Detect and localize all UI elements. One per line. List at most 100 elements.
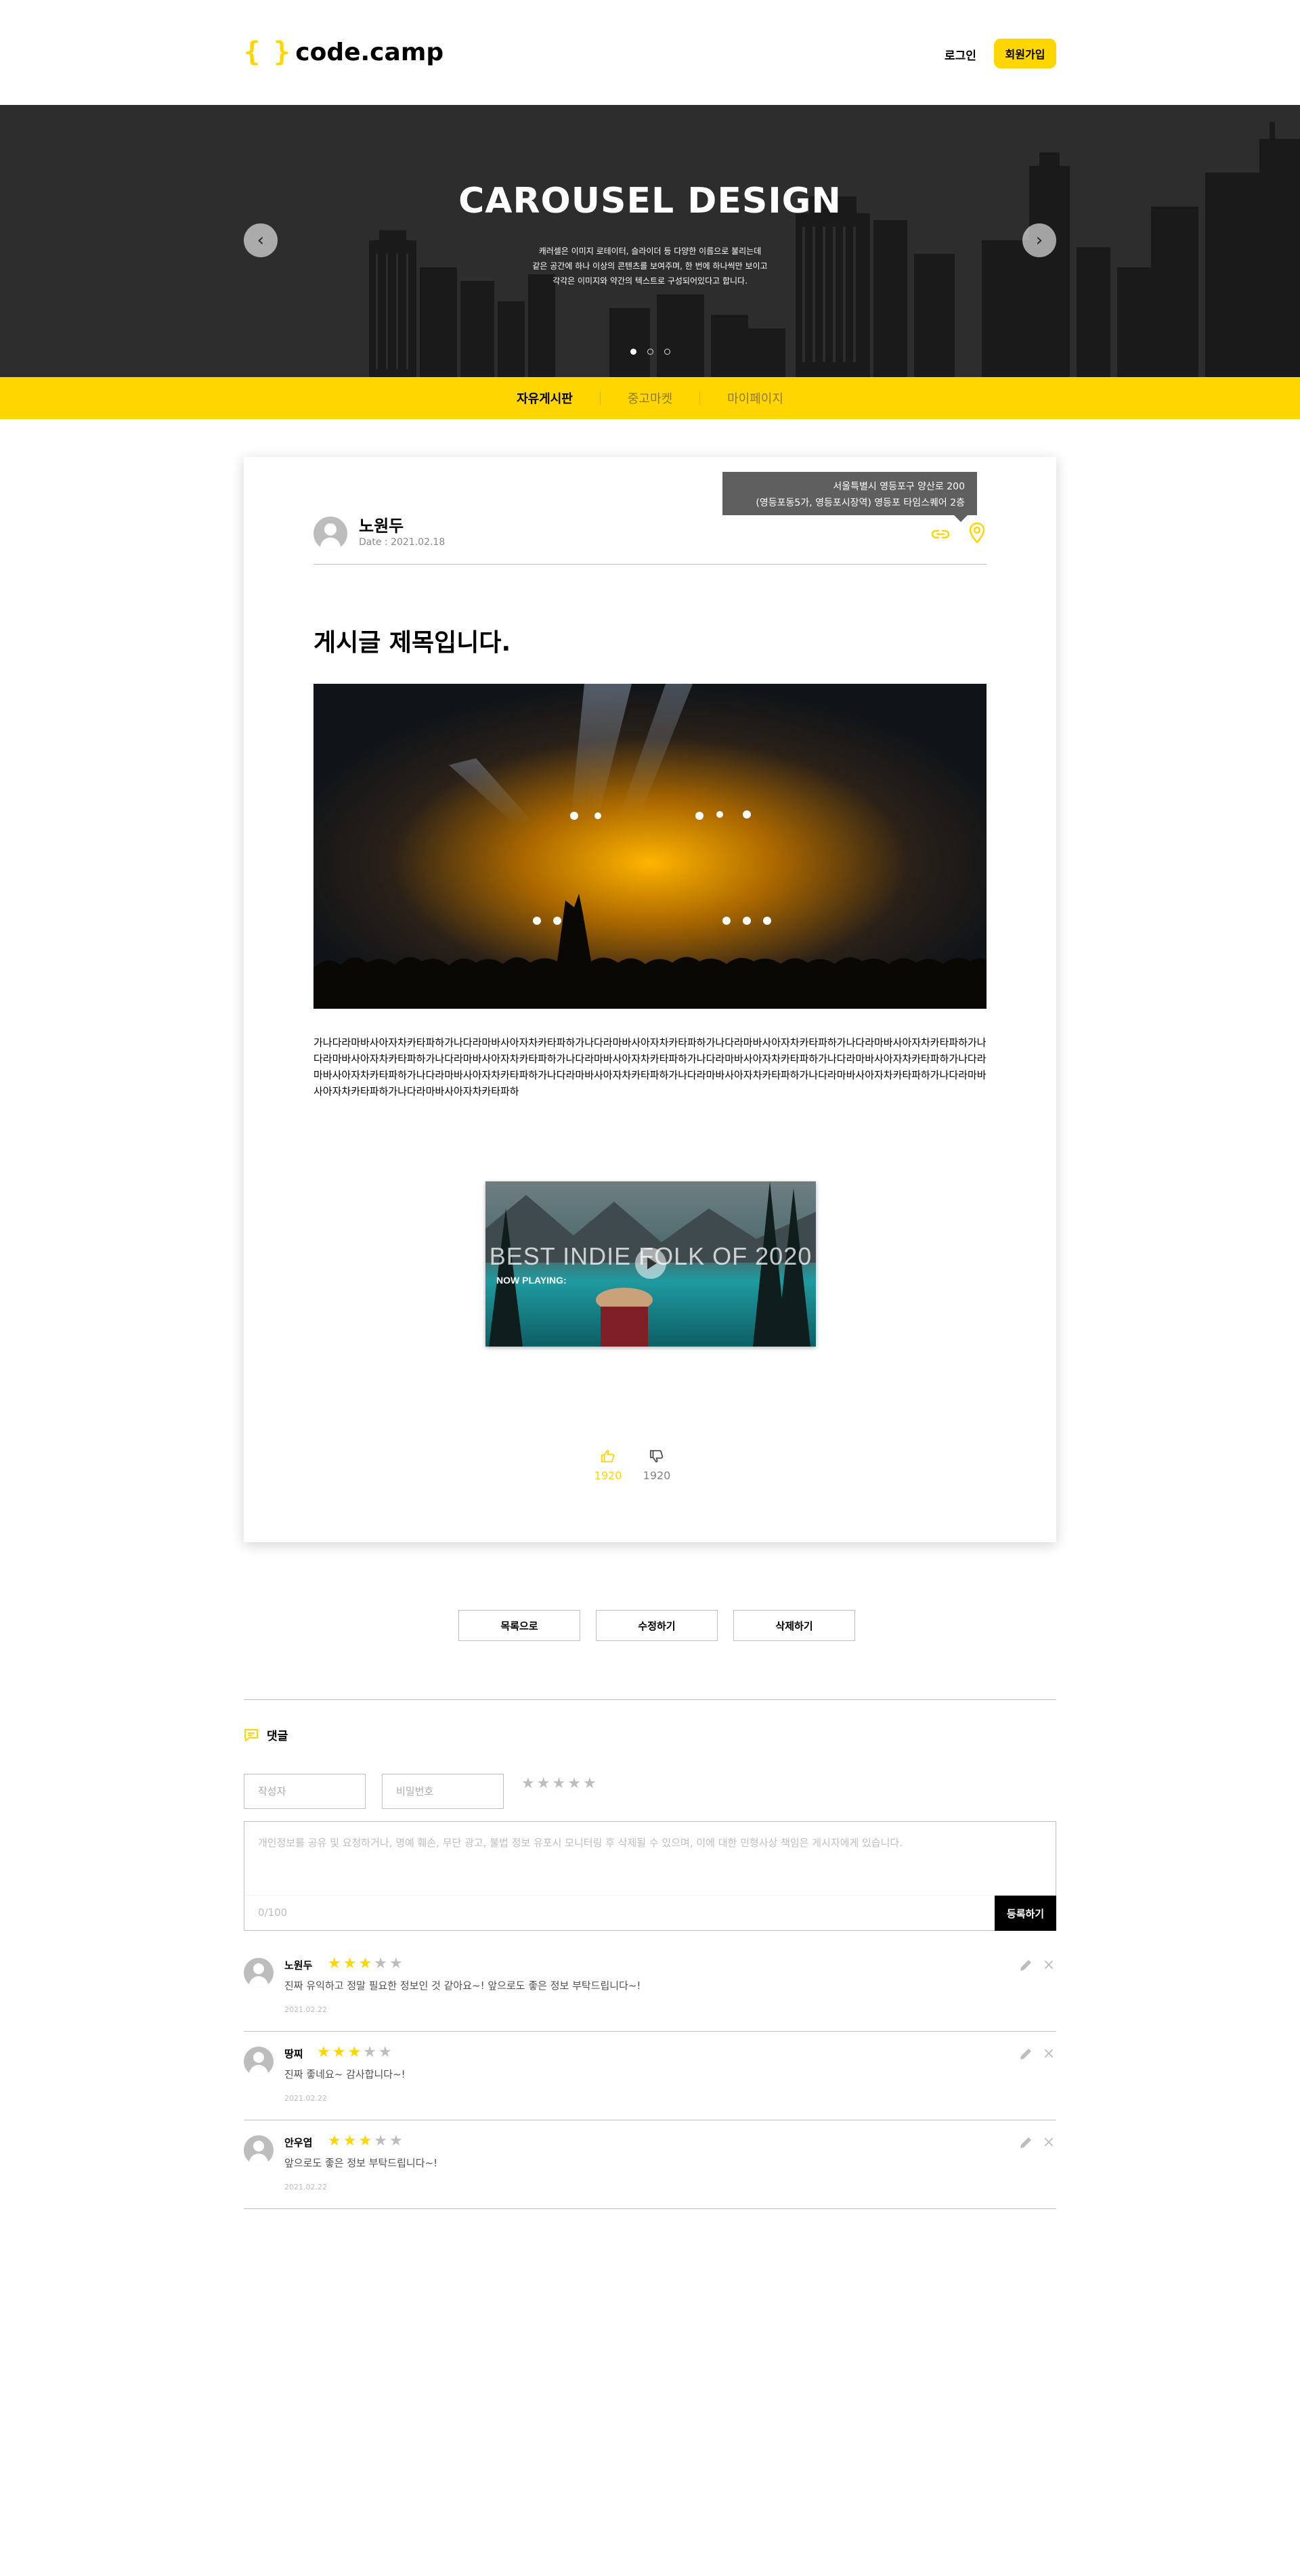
star-icon: ★ [328,1955,341,1972]
nav-item-mypage[interactable]: 마이페이지 [700,389,810,407]
link-icon[interactable] [930,526,951,542]
comment-rating: ★ ★ ★ ★ ★ [328,2134,403,2149]
logo-braces: { } [244,37,290,68]
logo-text: code.camp [295,38,444,66]
star-icon: ★ [358,1955,372,1972]
comments-title: 댓글 [267,1730,288,1743]
carousel-dot[interactable] [630,349,636,355]
concert-image [313,684,987,1009]
address-line: (영등포동5가, 영등포시장역) 영등포 타임스퀘어 2층 [756,498,965,508]
banner-title: CAROUSEL DESIGN [458,181,842,221]
pencil-icon[interactable] [1018,2047,1033,2061]
nav-item-free-board[interactable]: 자유게시판 [490,389,600,407]
password-input[interactable] [382,1774,504,1809]
star-icon: ★ [343,2133,357,2149]
banner-desc-line: 같은 공간에 하나 이상의 콘텐츠를 보여주며, 한 번에 하나씩만 보이고 [532,261,768,271]
close-icon[interactable]: × [1041,2135,1056,2150]
commenter-avatar [244,1958,274,1988]
carousel-dot[interactable] [664,349,670,355]
star-icon[interactable]: ★ [521,1776,535,1791]
commenter-avatar [244,2047,274,2076]
like-count: 1920 [594,1469,622,1482]
comment-date: 2021.02.22 [284,2183,327,2191]
comments-header: 댓글 [244,1726,288,1743]
nav-item-market[interactable]: 중고마켓 [601,389,699,407]
close-icon[interactable]: × [1041,1958,1056,1973]
carousel-prev-button[interactable]: ‹ [244,223,278,257]
login-button[interactable]: 로그인 [945,41,976,68]
close-icon[interactable]: × [1041,2047,1056,2061]
star-icon: ★ [317,2044,330,2061]
post-content: 가나다라마바사아자차카타파하가나다라마바사아자차카타파하가나다라마바사아자차카타… [313,1036,987,1097]
comment-writer: 땅찌 [284,2048,303,2060]
video-now-playing: NOW PLAYING: [496,1275,567,1286]
carousel-dot[interactable] [647,349,653,355]
comments-divider [244,1699,1056,1700]
post-title: 게시글 제목입니다. [313,629,511,657]
thumbs-up-icon [601,1449,615,1463]
comment-rating: ★ ★ ★ ★ ★ [317,2045,392,2060]
banner-desc-line: 각각은 이미지와 약간의 텍스트로 구성되어있다고 합니다. [552,276,748,286]
location-icon[interactable] [968,522,986,544]
carousel-next-button[interactable]: › [1022,223,1056,257]
main-nav: 자유게시판 중고마켓 마이페이지 [0,377,1300,419]
rating-input[interactable]: ★ ★ ★ ★ ★ [521,1776,597,1791]
star-icon: ★ [378,2044,392,2061]
list-button[interactable]: 목록으로 [458,1610,580,1641]
header-divider [313,564,987,565]
star-icon: ★ [347,2044,362,2061]
comment-text: 진짜 좋네요~ 감사합니다~! [284,2068,406,2080]
edit-button[interactable]: 수정하기 [596,1610,718,1641]
carousel-dots [0,349,1300,355]
star-icon: ★ [332,2044,346,2061]
submit-comment-button[interactable]: 등록하기 [995,1896,1056,1931]
delete-button[interactable]: 삭제하기 [733,1610,855,1641]
comment-text: 진짜 유익하고 정말 필요한 정보인 것 같아요~! 앞으로도 좋은 정보 부탁… [284,1980,641,1992]
pencil-icon[interactable] [1018,1958,1033,1973]
banner-description: 캐러셀은 이미지 로테이터, 슬라이더 등 다양한 이름으로 불리는데 같은 공… [481,244,819,288]
post-date: Date : 2021.02.18 [359,537,446,548]
signup-button[interactable]: 회원가입 [994,39,1056,68]
address-tooltip: 서울특별시 영등포구 양산로 200 (영등포동5가, 영등포시장역) 영등포 … [722,472,977,522]
star-icon: ★ [389,2133,403,2149]
star-icon[interactable]: ★ [537,1776,550,1791]
textarea-footer: 0/100 등록하기 [244,1895,1056,1931]
logo[interactable]: { } code.camp [244,35,443,69]
star-icon: ★ [328,2133,341,2149]
comment-item: 땅찌 ★ ★ ★ ★ ★ 진짜 좋네요~ 감사합니다~! 2021.02.22 … [244,2032,1056,2120]
writer-name: 노원두 [359,517,404,536]
star-icon: ★ [374,1955,387,1972]
site-header: { } code.camp 로그인 회원가입 [0,0,1300,105]
skyline-image [0,105,1300,377]
comment-textarea-box: 0/100 등록하기 [244,1821,1056,1931]
like-button[interactable]: 1920 [588,1449,628,1482]
comment-writer: 노원두 [284,1959,313,1971]
post-card: 노원두 Date : 2021.02.18 서울특별시 영등포구 양산로 200… [244,457,1056,1542]
thumbs-down-icon [649,1449,664,1463]
comment-icon [244,1728,258,1741]
star-icon[interactable]: ★ [583,1776,597,1791]
pencil-icon[interactable] [1018,2135,1033,2150]
writer-avatar [313,517,347,550]
play-icon[interactable] [635,1248,666,1279]
carousel-banner: CAROUSEL DESIGN 캐러셀은 이미지 로테이터, 슬라이더 등 다양… [0,105,1300,377]
writer-input[interactable] [244,1774,366,1809]
comment-text: 앞으로도 좋은 정보 부탁드립니다~! [284,2157,438,2169]
youtube-video[interactable]: BEST INDIE FOLK OF 2020 NOW PLAYING: [485,1181,816,1347]
comment-date: 2021.02.22 [284,2005,327,2014]
comment-rating: ★ ★ ★ ★ ★ [328,1957,403,1971]
star-icon: ★ [374,2133,387,2149]
dislike-count: 1920 [643,1469,671,1482]
dislike-button[interactable]: 1920 [636,1449,677,1482]
star-icon: ★ [358,2133,372,2149]
comment-textarea[interactable] [244,1822,1056,1895]
comment-writer: 안우엽 [284,2137,313,2149]
address-line: 서울특별시 영등포구 양산로 200 [833,481,965,492]
star-icon: ★ [363,2044,376,2061]
star-icon[interactable]: ★ [567,1776,581,1791]
banner-desc-line: 캐러셀은 이미지 로테이터, 슬라이더 등 다양한 이름으로 불리는데 [538,246,762,256]
char-count: 0/100 [258,1906,288,1919]
star-icon[interactable]: ★ [552,1776,565,1791]
star-icon: ★ [389,1955,403,1972]
commenter-avatar [244,2135,274,2165]
